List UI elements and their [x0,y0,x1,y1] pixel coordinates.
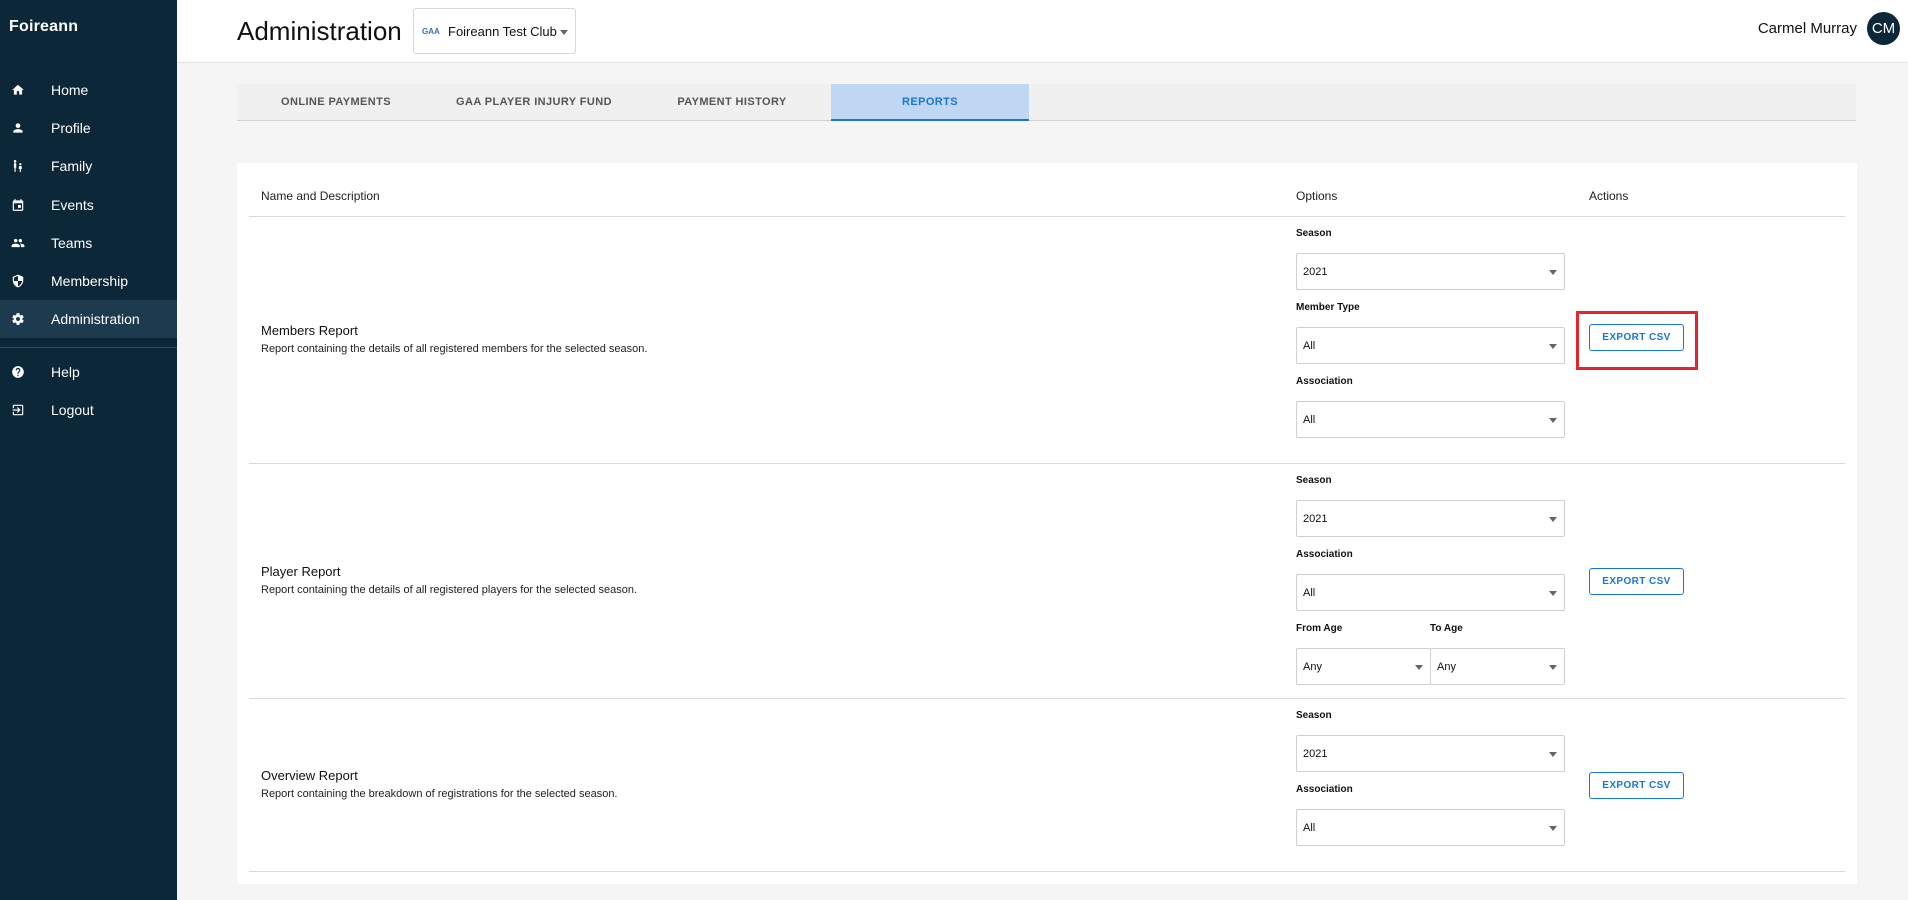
chevron-down-icon [560,30,568,35]
option-label-from-age: From Age [1296,623,1343,634]
sidebar-item-family[interactable]: Family [0,147,177,185]
home-icon [11,83,25,97]
export-csv-button[interactable]: EXPORT CSV [1589,568,1684,595]
chevron-down-icon [1415,665,1423,670]
sidebar-item-teams[interactable]: Teams [0,224,177,262]
select-value: Any [1303,661,1322,673]
chevron-down-icon [1549,344,1557,349]
sidebar-item-events[interactable]: Events [0,186,177,224]
club-logo-icon: GAA [422,27,440,36]
association-select[interactable]: All [1296,401,1565,438]
chevron-down-icon [1549,665,1557,670]
column-header-options: Options [1296,189,1338,203]
report-description: Report containing the details of all reg… [261,343,648,355]
column-header-actions: Actions [1589,189,1629,203]
season-select[interactable]: 2021 [1296,735,1565,772]
select-value: 2021 [1303,513,1328,525]
report-description: Report containing the details of all reg… [261,584,638,596]
option-label-to-age: To Age [1430,623,1463,634]
gear-icon [11,312,25,326]
brand-logo[interactable]: Foireann [9,18,78,36]
select-value: 2021 [1303,748,1328,760]
select-value: Any [1437,661,1456,673]
svg-text:GAA: GAA [422,27,440,36]
person-icon [11,121,25,135]
report-name: Player Report [261,564,341,579]
row-divider [249,871,1845,872]
from-age-select[interactable]: Any [1296,648,1431,685]
select-value: All [1303,822,1316,834]
chevron-down-icon [1549,591,1557,596]
help-icon [11,365,25,379]
sidebar-item-profile[interactable]: Profile [0,109,177,147]
to-age-select[interactable]: Any [1430,648,1565,685]
association-select[interactable]: All [1296,809,1565,846]
select-value: 2021 [1303,266,1328,278]
user-name[interactable]: Carmel Murray [1758,20,1857,37]
tab-reports[interactable]: REPORTS [831,84,1029,121]
reports-table: Name and Description Options Actions Mem… [237,163,1857,884]
tab-bar: ONLINE PAYMENTS GAA PLAYER INJURY FUND P… [237,84,1856,121]
tab-gaa-player-injury-fund[interactable]: GAA PLAYER INJURY FUND [435,84,633,120]
sidebar-divider [0,347,177,348]
sidebar-item-label: Membership [51,273,129,289]
shield-icon [11,274,25,288]
top-header: Administration GAA Foireann Test Club Ca… [177,0,1908,63]
option-label-member-type: Member Type [1296,302,1360,313]
avatar[interactable]: CM [1867,12,1900,45]
sidebar-item-label: Help [51,364,80,380]
club-name: Foireann Test Club [448,24,557,39]
option-label-association: Association [1296,549,1353,560]
header-divider [249,216,1845,217]
family-icon [11,159,25,173]
sidebar-item-administration[interactable]: Administration [0,300,177,338]
sidebar: Foireann Home Profile Family Events Team… [0,0,177,900]
option-label-association: Association [1296,784,1353,795]
sidebar-item-label: Home [51,82,89,98]
option-label-season: Season [1296,228,1332,239]
tab-online-payments[interactable]: ONLINE PAYMENTS [237,84,435,120]
option-label-association: Association [1296,376,1353,387]
option-label-season: Season [1296,710,1332,721]
report-description: Report containing the breakdown of regis… [261,788,618,800]
select-value: All [1303,414,1316,426]
report-name: Overview Report [261,768,358,783]
sidebar-item-label: Profile [51,120,91,136]
member-type-select[interactable]: All [1296,327,1565,364]
association-select[interactable]: All [1296,574,1565,611]
report-name: Members Report [261,323,358,338]
select-value: All [1303,340,1316,352]
chevron-down-icon [1549,752,1557,757]
club-selector[interactable]: GAA Foireann Test Club [413,8,576,54]
select-value: All [1303,587,1316,599]
tab-payment-history[interactable]: PAYMENT HISTORY [633,84,831,120]
sidebar-item-label: Teams [51,235,93,251]
export-csv-button[interactable]: EXPORT CSV [1589,772,1684,799]
sidebar-item-label: Logout [51,402,94,418]
page-title: Administration [237,16,402,46]
sidebar-item-help[interactable]: Help [0,353,177,391]
season-select[interactable]: 2021 [1296,253,1565,290]
sidebar-item-membership[interactable]: Membership [0,262,177,300]
option-label-season: Season [1296,475,1332,486]
row-divider [249,463,1845,464]
sidebar-item-home[interactable]: Home [0,71,177,109]
season-select[interactable]: 2021 [1296,500,1565,537]
calendar-icon [11,198,25,212]
chevron-down-icon [1549,418,1557,423]
export-csv-button[interactable]: EXPORT CSV [1589,324,1684,351]
chevron-down-icon [1549,517,1557,522]
column-header-name: Name and Description [261,189,380,203]
sidebar-item-logout[interactable]: Logout [0,391,177,429]
sidebar-item-label: Family [51,158,93,174]
sidebar-item-label: Administration [51,311,140,327]
chevron-down-icon [1549,826,1557,831]
chevron-down-icon [1549,270,1557,275]
row-divider [249,698,1845,699]
group-icon [11,236,25,250]
logout-icon [11,403,25,417]
sidebar-item-label: Events [51,197,94,213]
